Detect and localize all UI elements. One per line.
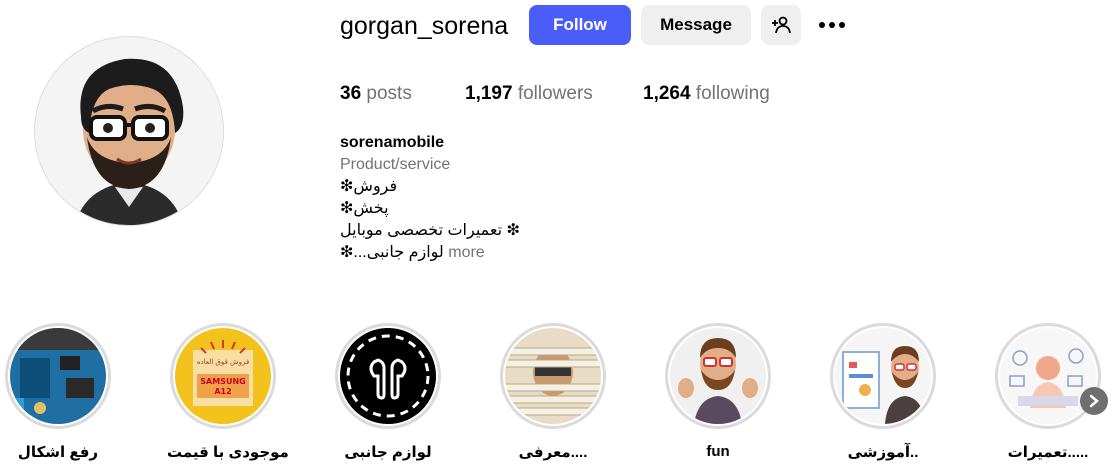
svg-text:SAMSUNG: SAMSUNG <box>200 377 245 386</box>
profile-bio: sorenamobile Product/service ❇فروش ❇پخش … <box>340 132 520 264</box>
highlight-item[interactable]: رفع اشکال <box>2 323 114 461</box>
bio-more-link[interactable]: more <box>448 244 484 261</box>
chevron-right-icon <box>1089 394 1099 408</box>
highlight-item[interactable]: آموزشی.. <box>827 323 939 461</box>
following-label: following <box>695 83 770 104</box>
more-options-icon <box>819 22 845 28</box>
highlight-cover <box>995 323 1101 429</box>
bio-line: ❇فروش <box>340 178 398 195</box>
follow-button[interactable]: Follow <box>529 5 631 45</box>
highlight-label: fun <box>706 443 730 460</box>
bio-line-last: ❇...لوازم جانبی more <box>340 242 520 264</box>
bio-line: ❇پخش <box>340 200 389 217</box>
samsung-a12-image: فروش فوق العاده SAMSUNG A12 <box>175 328 271 424</box>
suggest-users-button[interactable] <box>761 5 801 45</box>
avatar-cartoon-image <box>35 37 223 225</box>
highlight-item[interactable]: لوازم جانبی <box>332 323 444 461</box>
options-button[interactable] <box>812 5 852 45</box>
highlight-cover <box>500 323 606 429</box>
posts-stat: 36 posts <box>340 83 412 105</box>
profile-username: gorgan_sorena <box>340 12 509 40</box>
highlight-label: موجودی با قیمت <box>167 444 289 461</box>
highlight-item[interactable]: معرفی.... <box>497 323 609 461</box>
presentation-avatar-image <box>835 328 931 424</box>
highlight-cover <box>830 323 936 429</box>
posts-count: 36 <box>340 83 362 104</box>
followers-count: 1,197 <box>465 83 513 104</box>
add-person-icon <box>772 16 791 34</box>
earbuds-image <box>340 328 436 424</box>
bio-category: Product/service <box>340 156 451 173</box>
highlight-cover <box>665 323 771 429</box>
bio-line: ❇...لوازم جانبی <box>340 244 444 261</box>
highlight-cover <box>5 323 111 429</box>
bio-line: تعمیرات تخصصی موبایل ❇ <box>340 222 520 239</box>
highlight-label: آموزشی.. <box>847 444 919 461</box>
highlight-label: معرفی.... <box>518 444 588 461</box>
following-count: 1,264 <box>643 83 691 104</box>
svg-text:فروش فوق العاده: فروش فوق العاده <box>197 358 249 366</box>
highlight-label: تعمیرات..... <box>1007 444 1089 461</box>
message-button[interactable]: Message <box>641 5 751 45</box>
blinds-man-image <box>505 328 601 424</box>
circuit-board-image <box>10 328 106 424</box>
followers-label: followers <box>517 83 593 104</box>
highlights-next-button[interactable] <box>1080 387 1108 415</box>
followers-stat[interactable]: 1,197 followers <box>465 83 593 105</box>
thumbs-up-avatar-image <box>670 328 766 424</box>
repair-illustration-image <box>1000 328 1096 424</box>
highlight-cover: فروش فوق العاده SAMSUNG A12 <box>170 323 276 429</box>
highlight-item[interactable]: فروش فوق العاده SAMSUNG A12 موجودی با قی… <box>167 323 289 461</box>
profile-avatar[interactable] <box>34 36 224 226</box>
highlight-item[interactable]: fun <box>662 323 774 460</box>
posts-label: posts <box>366 83 412 104</box>
bio-name: sorenamobile <box>340 134 445 151</box>
highlight-label: رفع اشکال <box>17 444 99 461</box>
following-stat[interactable]: 1,264 following <box>643 83 770 105</box>
highlight-label: لوازم جانبی <box>344 444 432 461</box>
svg-text:A12: A12 <box>214 387 231 396</box>
highlight-cover <box>335 323 441 429</box>
